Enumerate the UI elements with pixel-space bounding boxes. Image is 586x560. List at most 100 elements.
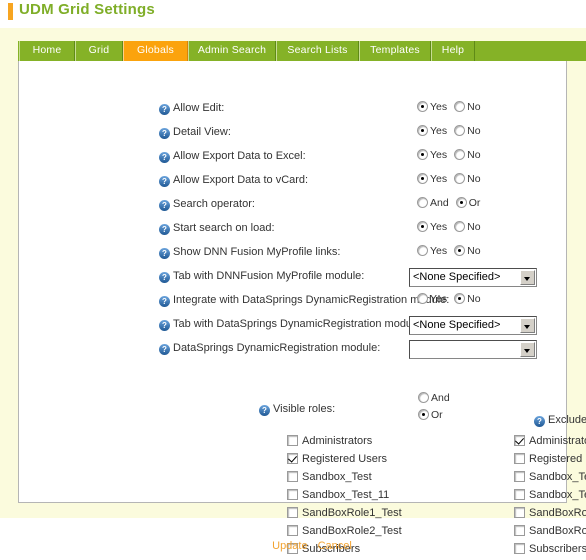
help-icon[interactable]: ?: [159, 320, 170, 331]
radio-button[interactable]: [418, 409, 429, 420]
role-checkbox-item[interactable]: SandBoxRole1_Test: [287, 506, 402, 524]
checkbox[interactable]: [514, 471, 525, 482]
radio-option-yes[interactable]: Yes: [417, 101, 447, 113]
radio-option-no[interactable]: No: [454, 173, 481, 185]
help-icon[interactable]: ?: [259, 405, 270, 416]
role-checkbox-item[interactable]: Registered Users: [514, 452, 586, 470]
radio-group[interactable]: Yes No: [417, 293, 488, 305]
radio-button[interactable]: [417, 293, 428, 304]
radio-group[interactable]: Yes No: [417, 221, 488, 233]
radio-option-yes[interactable]: Yes: [417, 245, 447, 257]
radio-button[interactable]: [454, 125, 466, 136]
help-icon[interactable]: ?: [159, 200, 170, 211]
radio-group[interactable]: Yes No: [417, 245, 488, 257]
radio-option-no[interactable]: No: [454, 293, 481, 305]
radio-group[interactable]: Yes No: [417, 101, 488, 113]
radio-option-yes[interactable]: Yes: [417, 293, 447, 305]
help-icon[interactable]: ?: [534, 416, 545, 427]
radio-button[interactable]: [417, 173, 428, 184]
help-icon[interactable]: ?: [159, 272, 170, 283]
tab-search-lists[interactable]: Search Lists: [276, 41, 359, 61]
tab-templates[interactable]: Templates: [359, 41, 431, 61]
radio-option-no[interactable]: No: [454, 149, 481, 161]
roles-operator-radio-group[interactable]: And Or: [418, 392, 457, 426]
update-link[interactable]: Update: [272, 540, 307, 552]
chevron-down-icon[interactable]: [520, 270, 535, 285]
role-checkbox-item[interactable]: Sandbox_Test: [287, 470, 402, 488]
help-icon[interactable]: ?: [159, 104, 170, 115]
radio-button[interactable]: [454, 149, 466, 160]
role-checkbox-item[interactable]: Sandbox_Test_11: [514, 488, 586, 506]
role-checkbox-item[interactable]: SandBoxRole1_Test: [514, 506, 586, 524]
radio-option-no[interactable]: No: [454, 125, 481, 137]
help-icon[interactable]: ?: [159, 296, 170, 307]
radio-button[interactable]: [417, 197, 428, 208]
radio-button[interactable]: [454, 221, 466, 232]
radio-option-no[interactable]: No: [454, 221, 481, 233]
help-icon[interactable]: ?: [159, 128, 170, 139]
radio-group[interactable]: Yes No: [417, 125, 488, 137]
dropdown-select[interactable]: [409, 340, 537, 359]
role-checkbox-item[interactable]: Sandbox_Test: [514, 470, 586, 488]
radio-group[interactable]: Yes No: [417, 149, 488, 161]
radio-option-and[interactable]: And: [418, 392, 450, 404]
radio-option-yes[interactable]: Yes: [417, 149, 447, 161]
checkbox[interactable]: [514, 525, 525, 536]
checkbox[interactable]: [514, 435, 525, 446]
checkbox[interactable]: [287, 453, 298, 464]
tab-globals[interactable]: Globals: [123, 41, 188, 61]
radio-option-or[interactable]: Or: [455, 197, 480, 209]
help-icon[interactable]: ?: [159, 224, 170, 235]
role-checkbox-item[interactable]: Sandbox_Test_11: [287, 488, 402, 506]
checkbox[interactable]: [514, 453, 525, 464]
tab-grid[interactable]: Grid: [75, 41, 123, 61]
module-panel: Home Grid Globals Admin Search Search Lists T…: [0, 28, 586, 555]
radio-button[interactable]: [454, 101, 466, 112]
radio-group[interactable]: And Or: [417, 197, 487, 209]
role-checkbox-item[interactable]: Registered Users: [287, 452, 402, 470]
cancel-link[interactable]: Cancel: [318, 540, 352, 552]
radio-button[interactable]: [418, 392, 429, 403]
role-checkbox-item[interactable]: Administrators: [514, 434, 586, 452]
tab-help[interactable]: Help: [431, 41, 475, 61]
help-icon[interactable]: ?: [159, 152, 170, 163]
radio-option-yes[interactable]: Yes: [417, 221, 447, 233]
radio-label: No: [467, 125, 481, 137]
dropdown-select[interactable]: <None Specified>: [409, 316, 537, 335]
checkbox[interactable]: [287, 471, 298, 482]
tab-home[interactable]: Home: [19, 41, 75, 61]
radio-option-yes[interactable]: Yes: [417, 125, 447, 137]
radio-button[interactable]: [454, 173, 466, 184]
radio-button[interactable]: [417, 101, 428, 112]
checkbox[interactable]: [287, 525, 298, 536]
help-icon[interactable]: ?: [159, 248, 170, 259]
radio-group[interactable]: Yes No: [417, 173, 488, 185]
checkbox[interactable]: [514, 489, 525, 500]
role-checkbox-item[interactable]: Administrators: [287, 434, 402, 452]
chevron-down-icon[interactable]: [520, 318, 535, 333]
radio-button[interactable]: [417, 125, 428, 136]
checkbox[interactable]: [287, 435, 298, 446]
checkbox[interactable]: [514, 507, 525, 518]
help-icon[interactable]: ?: [159, 176, 170, 187]
checkbox[interactable]: [287, 507, 298, 518]
radio-label: No: [467, 149, 481, 161]
form-row: ? Search operator: And Or: [19, 195, 568, 219]
radio-option-and[interactable]: And: [417, 197, 449, 209]
radio-button[interactable]: [454, 293, 466, 304]
radio-option-no[interactable]: No: [454, 101, 481, 113]
radio-button[interactable]: [455, 197, 467, 208]
help-icon[interactable]: ?: [159, 344, 170, 355]
checkbox[interactable]: [287, 489, 298, 500]
radio-option-no[interactable]: No: [454, 245, 481, 257]
radio-button[interactable]: [417, 149, 428, 160]
exclude-roles-text: Exclude roles:: [548, 414, 586, 426]
radio-option-or[interactable]: Or: [418, 409, 450, 421]
chevron-down-icon[interactable]: [520, 342, 535, 357]
radio-button[interactable]: [417, 245, 428, 256]
radio-button[interactable]: [417, 221, 428, 232]
tab-admin-search[interactable]: Admin Search: [188, 41, 276, 61]
radio-button[interactable]: [454, 245, 466, 256]
radio-option-yes[interactable]: Yes: [417, 173, 447, 185]
dropdown-select[interactable]: <None Specified>: [409, 268, 537, 287]
